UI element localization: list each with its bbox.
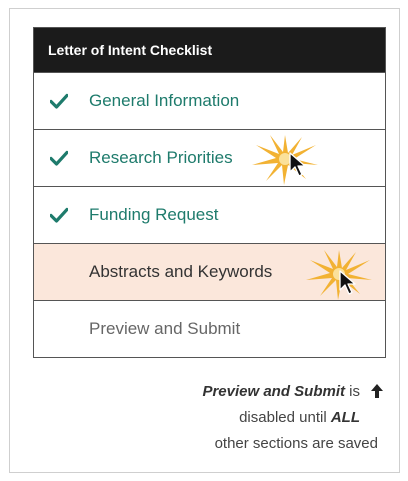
checklist-item-label: General Information xyxy=(89,91,240,110)
submit-disabled-note: Preview and Submit is disabled until ALL… xyxy=(142,379,382,457)
checklist-title: Letter of Intent Checklist xyxy=(34,28,385,72)
note-line-1: Preview and Submit is xyxy=(142,379,382,405)
checklist-item-label: Research Priorities xyxy=(89,148,233,167)
note-text-disabled-until: disabled until xyxy=(239,409,331,426)
note-text-is: is xyxy=(345,383,360,400)
checklist-item-general-information[interactable]: General Information xyxy=(34,72,385,129)
checklist-item-preview-and-submit: Preview and Submit xyxy=(34,300,385,357)
checklist-item-funding-request[interactable]: Funding Request xyxy=(34,186,385,243)
checklist-item-label: Preview and Submit xyxy=(89,319,241,338)
checklist-item-abstracts-and-keywords[interactable]: Abstracts and Keywords xyxy=(34,243,385,300)
note-all: ALL xyxy=(330,409,360,426)
note-line-3: other sections are saved xyxy=(214,435,378,452)
checklist-panel: Letter of Intent Checklist General Infor… xyxy=(33,27,386,358)
up-arrow-icon xyxy=(371,384,383,398)
check-icon xyxy=(48,187,70,242)
checklist-item-label: Abstracts and Keywords xyxy=(89,262,273,281)
checklist-item-label: Funding Request xyxy=(89,205,219,224)
checklist-item-research-priorities[interactable]: Research Priorities xyxy=(34,129,385,186)
check-icon xyxy=(48,73,70,128)
note-preview-submit: Preview and Submit xyxy=(202,383,345,400)
check-icon xyxy=(48,130,70,185)
note-line-2: disabled until ALL xyxy=(142,405,382,431)
